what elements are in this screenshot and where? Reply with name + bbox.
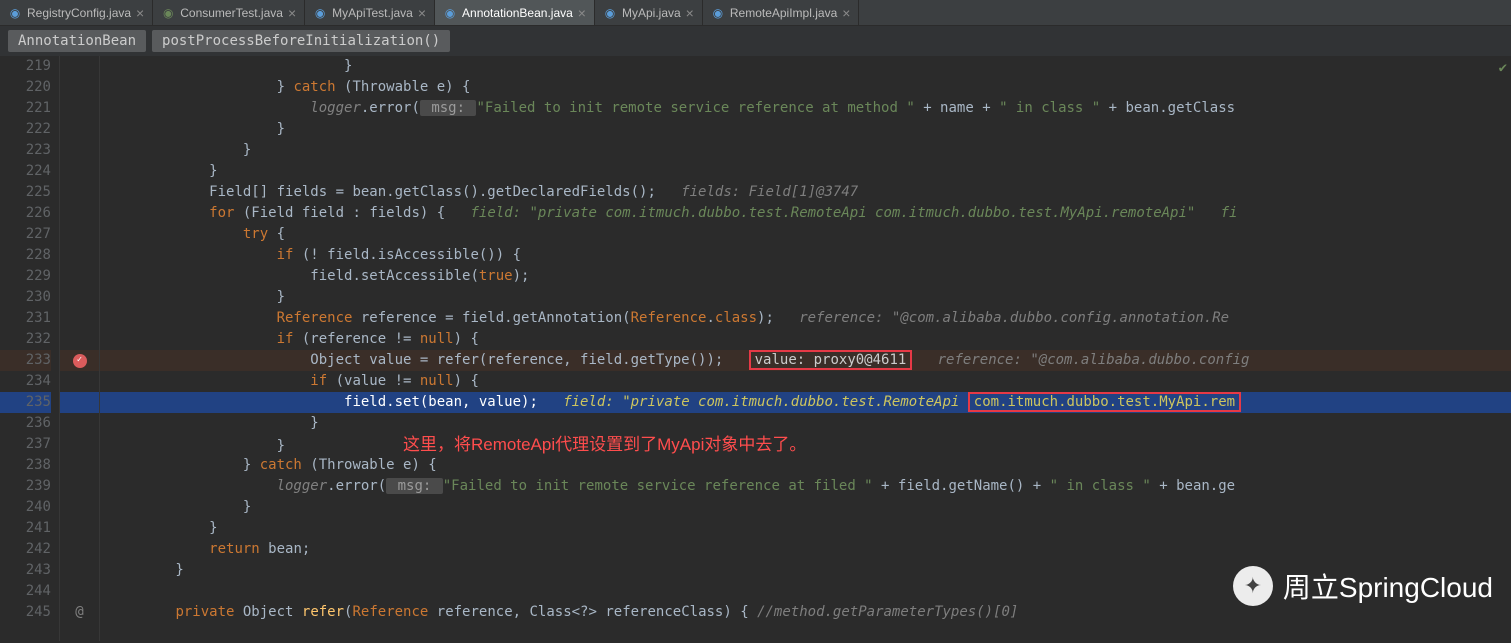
breadcrumb-bar: AnnotationBean postProcessBeforeInitiali… <box>0 26 1511 56</box>
tab-remoteapiimpl[interactable]: ◉ RemoteApiImpl.java × <box>703 0 860 25</box>
close-icon[interactable]: × <box>842 5 850 21</box>
tab-consumertest[interactable]: ◉ ConsumerTest.java × <box>153 0 305 25</box>
code-area[interactable]: } } catch (Throwable e) { logger.error( … <box>100 56 1511 641</box>
tab-annotationbean[interactable]: ◉ AnnotationBean.java × <box>435 0 595 25</box>
debug-field-box: com.itmuch.dubbo.test.MyApi.rem <box>968 392 1241 412</box>
close-icon[interactable]: × <box>686 5 694 21</box>
close-icon[interactable]: × <box>288 5 296 21</box>
java-icon: ◉ <box>161 6 175 20</box>
class-icon: ◉ <box>8 6 22 20</box>
marker-column: ✓@ <box>60 56 100 641</box>
watermark: ✦ 周立SpringCloud <box>1233 566 1493 606</box>
tab-label: RemoteApiImpl.java <box>730 6 837 20</box>
tab-registryconfig[interactable]: ◉ RegistryConfig.java × <box>0 0 153 25</box>
gutter: 2192202212222232242252262272282292302312… <box>0 56 60 641</box>
tab-myapi[interactable]: ◉ MyApi.java × <box>595 0 703 25</box>
close-icon[interactable]: × <box>578 5 586 21</box>
annotation-callout: 这里，将RemoteApi代理设置到了MyApi对象中去了。 <box>403 435 806 454</box>
tab-label: ConsumerTest.java <box>180 6 283 20</box>
tab-label: RegistryConfig.java <box>27 6 131 20</box>
tab-myapitest[interactable]: ◉ MyApiTest.java × <box>305 0 435 25</box>
class-icon: ◉ <box>603 6 617 20</box>
breadcrumb-method[interactable]: postProcessBeforeInitialization() <box>152 30 450 52</box>
class-icon: ◉ <box>443 6 457 20</box>
tab-label: AnnotationBean.java <box>462 6 573 20</box>
close-icon[interactable]: × <box>136 5 144 21</box>
tab-label: MyApi.java <box>622 6 681 20</box>
breadcrumb-class[interactable]: AnnotationBean <box>8 30 146 52</box>
editor: ✔ 21922022122222322422522622722822923023… <box>0 56 1511 641</box>
class-icon: ◉ <box>711 6 725 20</box>
wechat-icon: ✦ <box>1233 566 1273 606</box>
close-icon[interactable]: × <box>418 5 426 21</box>
breakpoint-icon[interactable]: ✓ <box>73 354 87 368</box>
tab-label: MyApiTest.java <box>332 6 413 20</box>
watermark-text: 周立SpringCloud <box>1283 566 1493 606</box>
editor-tabs: ◉ RegistryConfig.java × ◉ ConsumerTest.j… <box>0 0 1511 26</box>
class-icon: ◉ <box>313 6 327 20</box>
debug-value-box: value: proxy0@4611 <box>749 350 913 370</box>
